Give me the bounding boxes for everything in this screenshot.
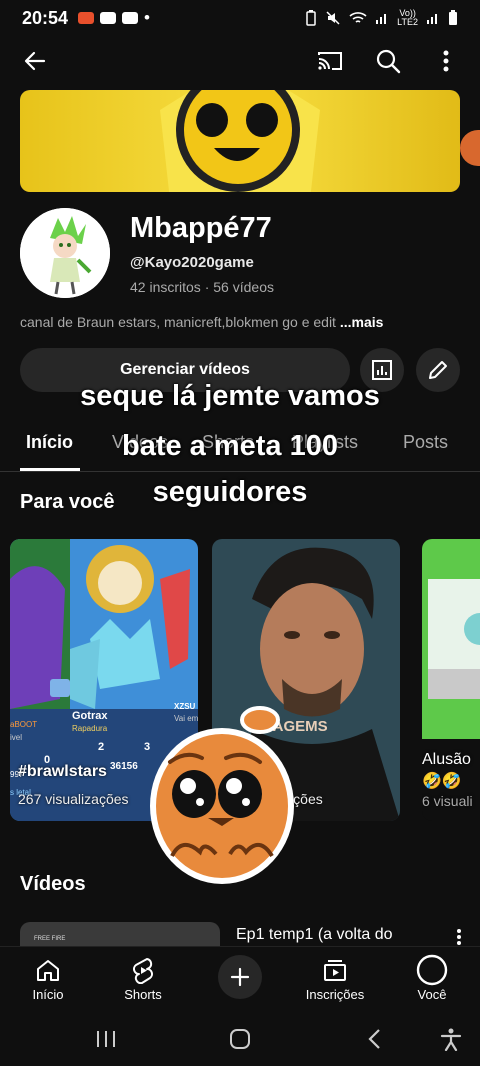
video-title: Ep1 temp1 (a volta do	[236, 926, 393, 943]
lte-indicator: Vo)) LTE2	[397, 8, 418, 27]
recent-apps-button[interactable]	[91, 1024, 121, 1054]
channel-avatar[interactable]	[20, 208, 110, 298]
shorts-icon	[133, 958, 153, 984]
bottom-navigation: Início Shorts Inscrições Você	[0, 946, 480, 1012]
channel-description[interactable]: canal de Braun estars, manicreft,blokmen…	[20, 314, 460, 330]
system-status-icons: Vo)) LTE2	[305, 9, 458, 27]
notification-icons: •	[78, 8, 150, 28]
mute-icon	[326, 11, 340, 25]
channel-top-bar	[0, 38, 480, 84]
card-3-title: Alusão	[422, 751, 471, 768]
card-3-views: 6 visuali	[422, 793, 473, 809]
active-tab-indicator	[20, 468, 80, 471]
accessibility-icon	[440, 1028, 462, 1051]
nav-home-label: Início	[32, 987, 64, 1002]
chat-notification-icon	[100, 12, 117, 24]
chevron-left-icon	[368, 1029, 380, 1049]
youtube-notification-icon	[122, 12, 139, 24]
status-bar: 20:54 • Vo)) LTE2	[0, 0, 480, 36]
search-button[interactable]	[374, 47, 402, 75]
videos-section-title: Vídeos	[20, 873, 86, 895]
avatar-character-image	[20, 208, 110, 298]
profile-avatar-icon	[416, 954, 448, 986]
svg-text:Gotrax: Gotrax	[72, 710, 108, 722]
plus-icon	[230, 967, 250, 987]
app-notification-icon	[78, 12, 95, 24]
svg-text:2: 2	[98, 741, 104, 753]
more-vert-icon	[443, 50, 449, 72]
nav-home[interactable]: Início	[3, 953, 93, 1002]
nav-shorts[interactable]: Shorts	[98, 953, 188, 1002]
nav-subscriptions-label: Inscrições	[305, 987, 365, 1002]
stats-separator: ·	[204, 279, 210, 295]
overlay-caption-line-2: bate a meta 100	[121, 430, 338, 462]
pleading-creature-sticker	[150, 706, 294, 884]
video-thumb-text: FREE FIRE	[34, 936, 66, 942]
nav-shorts-label: Shorts	[124, 987, 162, 1002]
channel-name: Mbappé77	[130, 212, 272, 244]
cast-icon	[318, 52, 342, 70]
back-button[interactable]	[20, 46, 50, 76]
subscriber-count: 42 inscritos	[130, 279, 201, 295]
svg-text:aBOOT: aBOOT	[10, 720, 37, 729]
nav-subscriptions[interactable]: Inscrições	[290, 953, 380, 1002]
home-system-button[interactable]	[225, 1024, 255, 1054]
signal-icon-2	[427, 14, 437, 24]
card-1-title: #brawlstars	[18, 763, 107, 780]
alusao-thumbnail	[422, 539, 480, 739]
svg-text:ivel: ivel	[10, 733, 22, 742]
channel-stats: 42 inscritos · 56 vídeos	[130, 279, 274, 295]
more-link[interactable]: ...mais	[340, 314, 384, 330]
signal-icon	[376, 14, 387, 24]
description-text: canal de Braun estars, manicreft,blokmen…	[20, 314, 336, 330]
nav-you[interactable]: Você	[387, 953, 477, 1002]
analytics-icon	[372, 360, 392, 380]
cast-button[interactable]	[316, 47, 344, 75]
more-vert-icon[interactable]	[456, 928, 462, 946]
nav-you-label: Você	[417, 987, 447, 1002]
channel-banner	[20, 90, 460, 192]
back-arrow-icon	[24, 51, 46, 71]
battery-icon	[449, 10, 457, 25]
card-1-views: 267 visualizações	[18, 791, 129, 807]
overlay-caption-line-3: seguidores	[152, 476, 308, 508]
brawl-stars-skull-logo	[160, 90, 320, 192]
floating-bubble[interactable]	[460, 130, 480, 166]
create-button[interactable]	[218, 955, 262, 999]
overlay-caption-line-1: seque lá jemte vamos	[80, 380, 380, 412]
svg-text:Rapadura: Rapadura	[72, 724, 108, 733]
more-notifications-dot: •	[144, 8, 150, 27]
channel-header: Mbappé77 @Kayo2020game 42 inscritos · 56…	[20, 206, 460, 306]
pencil-icon	[429, 361, 447, 379]
home-icon	[37, 960, 59, 981]
card-3-emoji: 🤣🤣	[422, 773, 462, 790]
status-time: 20:54	[22, 7, 69, 28]
for-you-card-3[interactable]: Alusão 🤣🤣 6 visuali	[422, 539, 480, 821]
recent-apps-icon	[97, 1031, 115, 1047]
search-icon	[376, 49, 401, 74]
home-square-icon	[230, 1029, 250, 1049]
wifi-icon	[349, 12, 367, 23]
more-options-button[interactable]	[432, 47, 460, 75]
subscriptions-icon	[324, 960, 346, 981]
channel-handle: @Kayo2020game	[130, 254, 254, 271]
battery-saver-icon	[306, 10, 316, 26]
svg-text:36156: 36156	[110, 761, 138, 772]
video-count: 56 vídeos	[213, 279, 274, 295]
system-navigation-bar	[0, 1012, 480, 1066]
accessibility-button[interactable]	[436, 1024, 466, 1054]
system-back-button[interactable]	[360, 1024, 390, 1054]
